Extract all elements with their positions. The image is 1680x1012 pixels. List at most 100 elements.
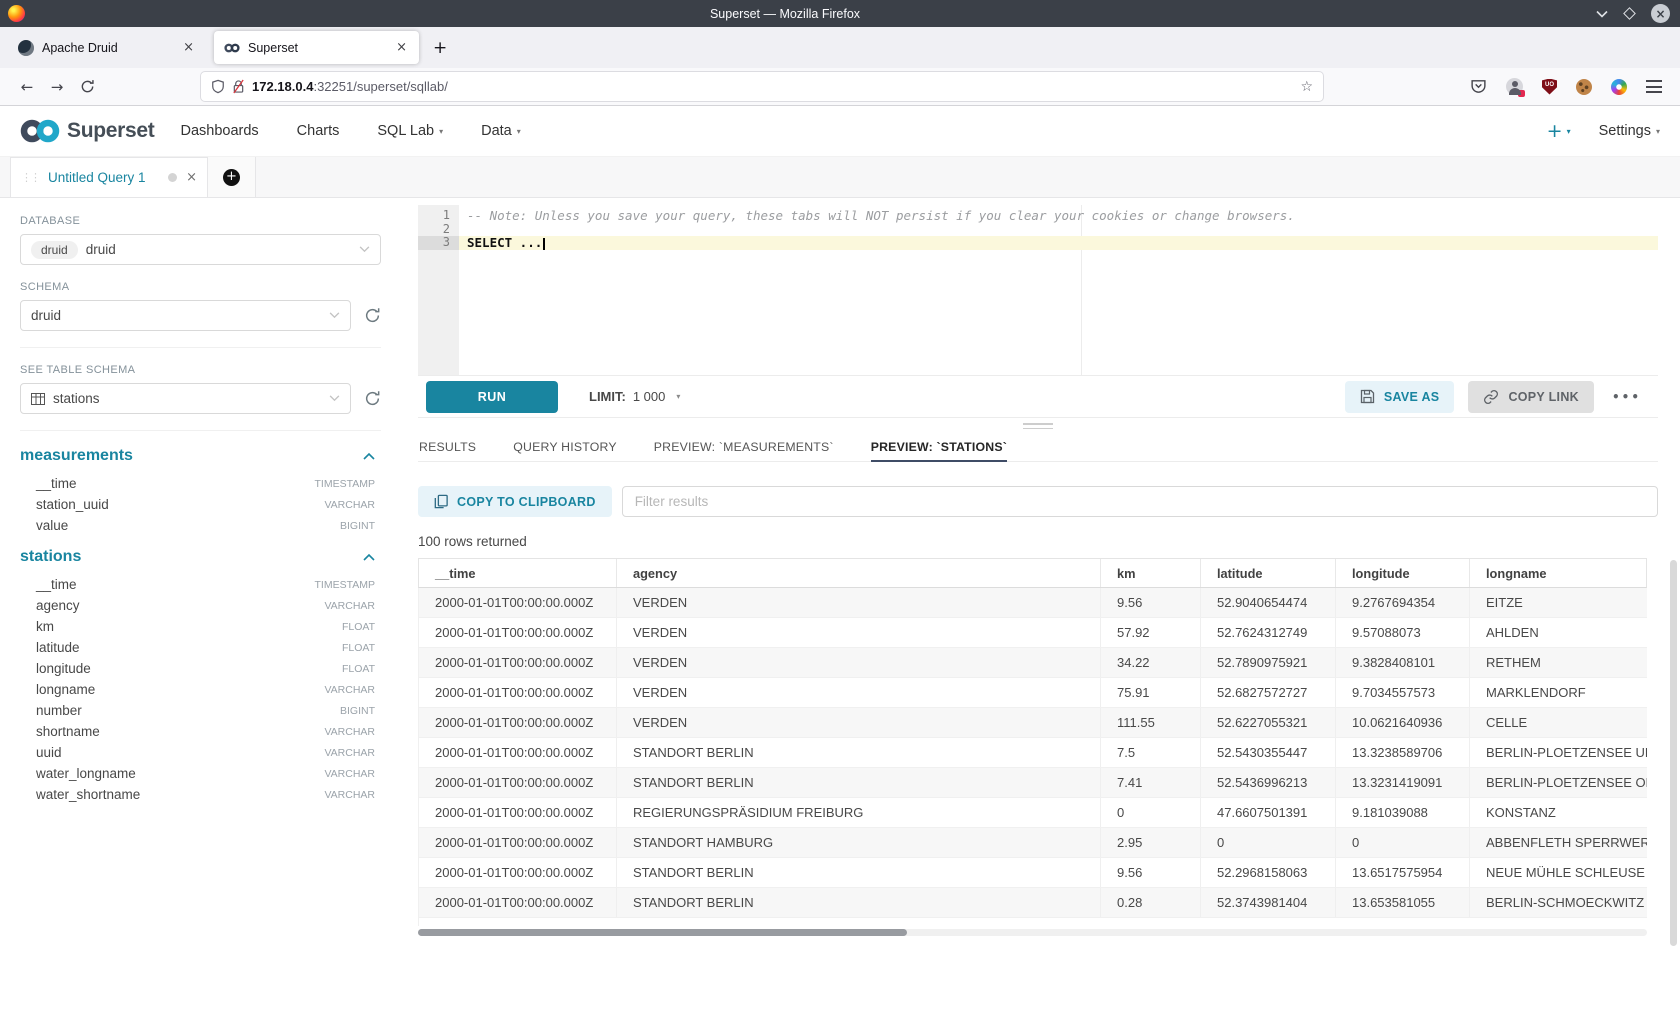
add-query-tab[interactable]: +	[208, 157, 256, 197]
column-header-agency[interactable]: agency	[617, 559, 1101, 587]
schema-label: SCHEMA	[20, 281, 381, 293]
vertical-scrollbar[interactable]	[1670, 560, 1677, 946]
window-minimize-icon[interactable]	[1596, 10, 1608, 18]
copy-to-clipboard-button[interactable]: COPY TO CLIPBOARD	[418, 486, 612, 517]
ublock-icon[interactable]: UO	[1542, 79, 1557, 95]
results-table-header: __time agency km latitude longitude long…	[418, 558, 1647, 588]
query-tab-untitled[interactable]: ⋮⋮ Untitled Query 1 ×	[10, 157, 208, 197]
table-name[interactable]: measurements	[20, 447, 133, 465]
cell-time: 2000-01-01T00:00:00.000Z	[419, 738, 617, 767]
horizontal-scrollbar[interactable]	[418, 929, 1647, 936]
schema-select[interactable]: druid	[20, 300, 351, 331]
table-row[interactable]: 2000-01-01T00:00:00.000Z STANDORT BERLIN…	[419, 738, 1647, 768]
editor-gutter: 1 2 3	[418, 205, 459, 375]
table-select[interactable]: stations	[20, 383, 351, 414]
nav-item-sql-lab[interactable]: SQL Lab▾	[377, 123, 443, 139]
refresh-schema-icon[interactable]	[364, 307, 381, 324]
table-row[interactable]: 2000-01-01T00:00:00.000Z STANDORT BERLIN…	[419, 858, 1647, 888]
window-maximize-icon[interactable]	[1623, 7, 1636, 20]
limit-control[interactable]: LIMIT: 1 000 ▾	[589, 389, 680, 404]
table-section-measurements[interactable]: measurements	[20, 447, 381, 465]
cell-longname: KONSTANZ	[1470, 798, 1647, 827]
cell-agency: STANDORT BERLIN	[617, 768, 1101, 797]
table-name[interactable]: stations	[20, 548, 81, 566]
chevron-up-icon[interactable]	[363, 452, 375, 460]
shield-icon[interactable]	[211, 79, 225, 94]
filter-results-input[interactable]	[622, 486, 1658, 517]
insecure-lock-icon[interactable]	[232, 79, 245, 94]
cell-agency: VERDEN	[617, 588, 1101, 617]
column-type: FLOAT	[342, 621, 375, 633]
save-as-button[interactable]: SAVE AS	[1345, 381, 1455, 413]
forward-icon[interactable]: →	[42, 78, 72, 96]
cell-km: 9.56	[1101, 858, 1201, 887]
nav-item-charts[interactable]: Charts	[297, 123, 340, 139]
window-close-icon[interactable]: ×	[1651, 4, 1670, 23]
table-row[interactable]: 2000-01-01T00:00:00.000Z STANDORT BERLIN…	[419, 768, 1647, 798]
menu-icon[interactable]	[1646, 80, 1662, 93]
query-tab-close-icon[interactable]: ×	[186, 170, 197, 185]
reload-icon[interactable]	[80, 79, 95, 94]
column-header-longname[interactable]: longname	[1470, 559, 1646, 587]
browser-tab-superset[interactable]: Superset ×	[214, 31, 419, 64]
tab-preview-stations[interactable]: PREVIEW: `STATIONS`	[871, 432, 1007, 461]
nav-item-dashboards[interactable]: Dashboards	[180, 123, 258, 139]
tab-results[interactable]: RESULTS	[419, 432, 476, 461]
refresh-table-icon[interactable]	[364, 390, 381, 407]
cell-latitude: 52.6227055321	[1201, 708, 1336, 737]
resize-handle-icon[interactable]	[1023, 423, 1053, 432]
table-row[interactable]: 2000-01-01T00:00:00.000Z STANDORT HAMBUR…	[419, 828, 1647, 858]
table-row[interactable]: 2000-01-01T00:00:00.000Z VERDEN 34.22 52…	[419, 648, 1647, 678]
back-icon[interactable]: ←	[12, 78, 42, 96]
column-name: agency	[36, 598, 80, 613]
column-header-latitude[interactable]: latitude	[1201, 559, 1336, 587]
database-select[interactable]: druid druid	[20, 234, 381, 265]
browser-tab-apache-druid[interactable]: Apache Druid ×	[8, 31, 206, 64]
new-tab-icon[interactable]: +	[433, 38, 447, 58]
column-type: TIMESTAMP	[315, 478, 375, 490]
cell-km: 57.92	[1101, 618, 1201, 647]
superset-brand[interactable]: Superset	[20, 118, 154, 144]
chevron-up-icon[interactable]	[363, 553, 375, 561]
extension-colorful-icon[interactable]	[1611, 79, 1627, 95]
pane-resize-divider[interactable]	[418, 418, 1658, 432]
pocket-icon[interactable]	[1470, 78, 1487, 95]
table-section-stations[interactable]: stations	[20, 548, 381, 566]
column-header-time[interactable]: __time	[419, 559, 617, 587]
more-options-icon[interactable]: •••	[1608, 390, 1645, 404]
tab-close-icon[interactable]: ×	[181, 40, 196, 55]
cell-agency: STANDORT BERLIN	[617, 858, 1101, 887]
nav-item-data[interactable]: Data▾	[481, 123, 521, 139]
superset-logo-icon	[20, 118, 60, 144]
query-tabstrip: ⋮⋮ Untitled Query 1 × +	[0, 157, 1680, 198]
cell-agency: VERDEN	[617, 648, 1101, 677]
table-row[interactable]: 2000-01-01T00:00:00.000Z STANDORT BERLIN…	[419, 888, 1647, 918]
horizontal-scrollbar-thumb[interactable]	[418, 929, 907, 936]
cell-longname: MARKLENDORF	[1470, 678, 1647, 707]
tab-close-icon[interactable]: ×	[394, 40, 409, 55]
table-row[interactable]: 2000-01-01T00:00:00.000Z VERDEN 57.92 52…	[419, 618, 1647, 648]
tab-preview-measurements[interactable]: PREVIEW: `MEASUREMENTS`	[654, 432, 834, 461]
add-new-button[interactable]: +▾	[1547, 120, 1571, 142]
column-row: km FLOAT	[20, 616, 381, 637]
url-field[interactable]: 172.18.0.4:32251/superset/sqllab/ ☆	[201, 72, 1323, 101]
sql-editor[interactable]: 1 2 3 -- Note: Unless you save your quer…	[418, 205, 1658, 376]
cookie-icon[interactable]	[1576, 79, 1592, 95]
table-row[interactable]: 2000-01-01T00:00:00.000Z VERDEN 111.55 5…	[419, 708, 1647, 738]
cell-longitude: 9.7034557573	[1336, 678, 1470, 707]
column-header-longitude[interactable]: longitude	[1336, 559, 1470, 587]
editor-code-area[interactable]: -- Note: Unless you save your query, the…	[459, 205, 1658, 375]
copy-link-button[interactable]: COPY LINK	[1468, 381, 1594, 413]
bookmark-star-icon[interactable]: ☆	[1300, 79, 1313, 95]
run-button[interactable]: RUN	[426, 381, 558, 413]
settings-menu[interactable]: Settings▾	[1599, 123, 1660, 139]
table-row[interactable]: 2000-01-01T00:00:00.000Z REGIERUNGSPRÄSI…	[419, 798, 1647, 828]
browser-tabstrip: Apache Druid × Superset × +	[0, 27, 1680, 68]
column-header-km[interactable]: km	[1101, 559, 1201, 587]
extension-icon[interactable]	[1506, 78, 1523, 95]
tab-query-history[interactable]: QUERY HISTORY	[513, 432, 617, 461]
drag-handle-icon[interactable]: ⋮⋮	[21, 171, 39, 184]
table-row[interactable]: 2000-01-01T00:00:00.000Z VERDEN 75.91 52…	[419, 678, 1647, 708]
table-row[interactable]: 2000-01-01T00:00:00.000Z VERDEN 9.56 52.…	[419, 588, 1647, 618]
caret-down-icon: ▾	[1656, 127, 1660, 136]
